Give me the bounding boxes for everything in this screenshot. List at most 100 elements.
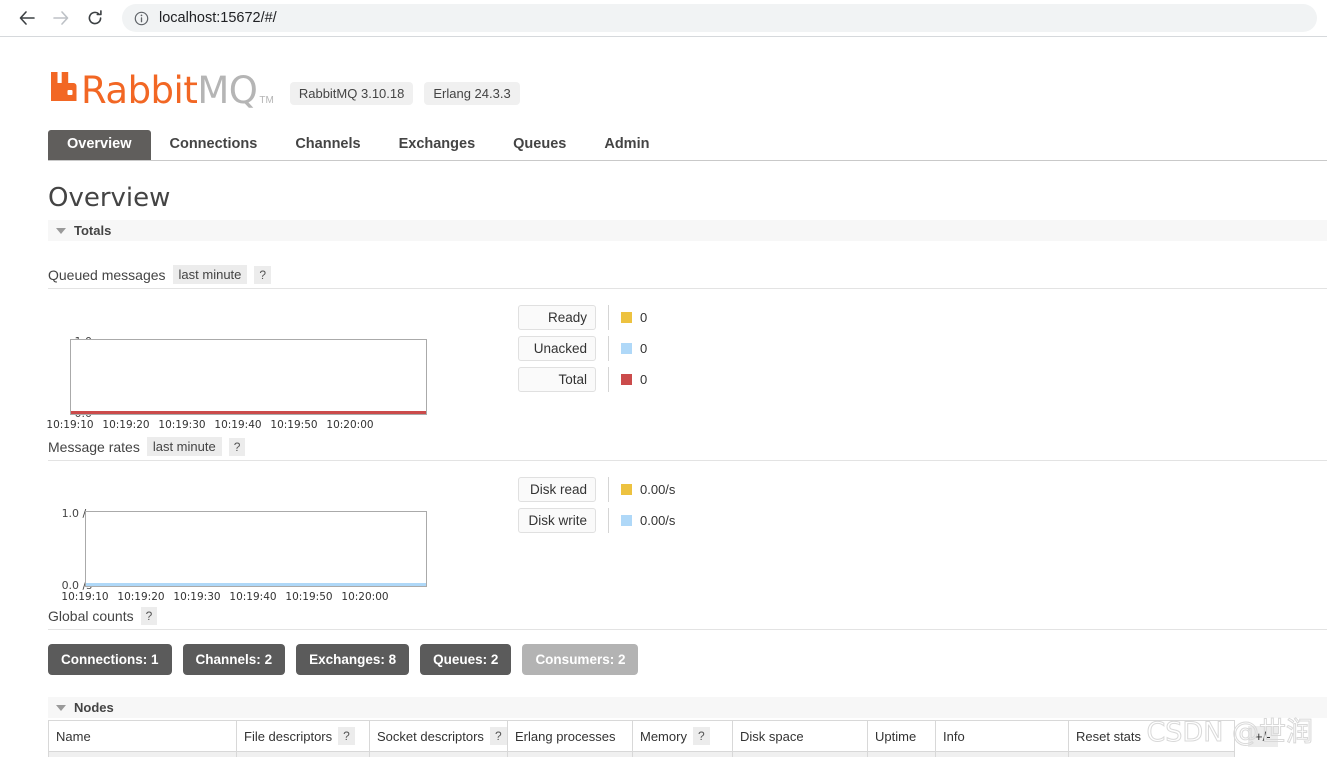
legend-divider [608,508,609,533]
queued-messages-chart-block: 1.0 0.0 10:19:10 10:19:20 10:19:30 10:19… [46,303,1327,431]
disk-write-line [86,583,426,586]
page-title: Overview [48,183,171,213]
x-tick: 10:19:10 [46,419,94,431]
legend-divider [608,367,609,392]
message-rates-help-icon[interactable]: ? [228,437,246,456]
count-label-queues: Queues: [433,652,488,667]
message-rates-legend: Disk read 0.00/s Disk write 0.00/s [518,477,675,575]
cell-file-descriptors: 342 65536 available [236,751,370,757]
column-label-disk-space: Disk space [740,728,804,744]
global-counts-buttons: Connections: 1 Channels: 2 Exchanges: 8 … [48,644,1327,675]
count-label-connections: Connections: [61,652,148,667]
column-label-reset-stats: Reset stats [1076,728,1142,744]
memory-help-icon[interactable]: ? [692,727,710,745]
x-tick: 10:20:00 [341,591,389,603]
x-tick: 10:19:10 [61,591,109,603]
message-rates-period[interactable]: last minute [146,437,222,456]
cell-socket-descriptors: 1 58893 available [369,751,508,757]
socket-descriptors-help-icon[interactable]: ? [489,727,507,745]
legend-button-ready[interactable]: Ready [518,305,596,330]
totals-section-header[interactable]: Totals [48,220,1327,241]
x-tick: 10:19:30 [158,419,206,431]
column-header-uptime[interactable]: Uptime [867,720,936,752]
main-navigation-tabs: Overview Connections Channels Exchanges … [48,130,1327,161]
tab-queues[interactable]: Queues [494,130,585,160]
queued-messages-period[interactable]: last minute [172,265,248,284]
browser-toolbar: localhost:15672/#/ [0,0,1327,37]
legend-button-disk-read[interactable]: Disk read [518,477,596,502]
back-button[interactable] [10,1,44,35]
tab-admin[interactable]: Admin [585,130,668,160]
queued-messages-plot-area [70,339,427,415]
legend-value-disk-read: 0.00/s [640,482,676,497]
file-descriptors-help-icon[interactable]: ? [338,727,355,745]
legend-button-disk-write[interactable]: Disk write [518,508,596,533]
count-button-queues[interactable]: Queues: 2 [420,644,512,675]
info-circle-icon[interactable] [134,11,149,26]
column-header-name[interactable]: Name [48,720,237,752]
column-header-info[interactable]: Info [935,720,1069,752]
erlang-version-badge: Erlang 24.3.3 [424,82,520,105]
nodes-table: Name File descriptors ? Socket descripto… [48,720,1281,757]
legend-row-unacked: Unacked 0 [518,336,647,361]
nodes-section-header[interactable]: Nodes [48,697,1327,718]
column-header-memory[interactable]: Memory ? [632,720,733,752]
chevron-down-icon[interactable] [56,227,66,234]
count-value-exchanges: 8 [388,652,397,667]
cell-plus-minus [1235,752,1281,757]
rabbitmq-logo[interactable]: Rabbit MQ TM [48,70,274,109]
queued-messages-help-icon[interactable]: ? [254,265,272,284]
rabbit-logo-icon [48,70,79,108]
column-label-name: Name [56,728,91,744]
x-tick: 10:20:00 [326,419,374,431]
chevron-down-icon[interactable] [56,704,66,711]
column-header-erlang-processes[interactable]: Erlang processes [507,720,633,752]
rabbitmq-version-badge: RabbitMQ 3.10.18 [289,82,414,105]
address-bar[interactable]: localhost:15672/#/ [122,4,1317,32]
message-rates-x-axis: 10:19:10 10:19:20 10:19:30 10:19:40 10:1… [57,591,393,603]
tab-channels[interactable]: Channels [276,130,379,160]
count-button-exchanges[interactable]: Exchanges: 8 [296,644,410,675]
count-label-exchanges: Exchanges: [309,652,385,667]
forward-arrow-icon [52,9,70,27]
queued-messages-label: Queued messages [48,266,166,283]
count-value-consumers: 2 [617,652,626,667]
column-header-reset-stats[interactable]: Reset stats [1068,720,1235,752]
global-counts-help-icon[interactable]: ? [140,607,158,625]
count-value-channels: 2 [264,652,273,667]
count-button-connections[interactable]: Connections: 1 [48,644,172,675]
logo-trademark: TM [259,95,274,106]
count-button-channels[interactable]: Channels: 2 [182,644,286,675]
totals-section-label: Totals [74,223,112,238]
legend-button-total[interactable]: Total [518,367,596,392]
legend-divider [608,305,609,330]
x-tick: 10:19:40 [229,591,277,603]
reload-button[interactable] [78,1,112,35]
tab-exchanges[interactable]: Exchanges [380,130,495,160]
nodes-section-label: Nodes [74,700,114,715]
queued-messages-x-axis: 10:19:10 10:19:20 10:19:30 10:19:40 10:1… [42,419,378,431]
table-row: rabbit@DESKTOP-66TIN0K 342 65536 availab… [48,751,1281,757]
rabbitmq-management-page: Rabbit MQ TM RabbitMQ 3.10.18 Erlang 24.… [0,37,1327,757]
toggle-columns-button[interactable]: +/- [1248,725,1278,747]
message-rates-chart: 1.0 /s 0.0 /s 10:19:10 10:19:20 10:19:30… [48,475,488,603]
column-header-file-descriptors[interactable]: File descriptors ? [236,720,370,752]
column-label-file-descriptors: File descriptors [244,728,333,744]
column-header-socket-descriptors[interactable]: Socket descriptors ? [369,720,508,752]
message-rates-label: Message rates [48,438,140,455]
tab-connections[interactable]: Connections [151,130,277,160]
column-header-plus-minus: +/- [1235,721,1281,752]
x-tick: 10:19:50 [270,419,318,431]
queued-messages-header: Queued messages last minute ? [48,265,1327,289]
logo-text-rabbit: Rabbit [81,69,198,112]
column-header-disk-space[interactable]: Disk space [732,720,868,752]
app-header: Rabbit MQ TM RabbitMQ 3.10.18 Erlang 24.… [0,37,1327,109]
count-value-queues: 2 [490,652,499,667]
x-tick: 10:19:20 [102,419,150,431]
legend-button-unacked[interactable]: Unacked [518,336,596,361]
logo-text-mq: MQ [197,69,258,112]
tab-overview[interactable]: Overview [48,130,151,160]
forward-button[interactable] [44,1,78,35]
legend-value-unacked: 0 [640,341,648,356]
queued-messages-chart: 1.0 0.0 10:19:10 10:19:20 10:19:30 10:19… [46,303,488,431]
